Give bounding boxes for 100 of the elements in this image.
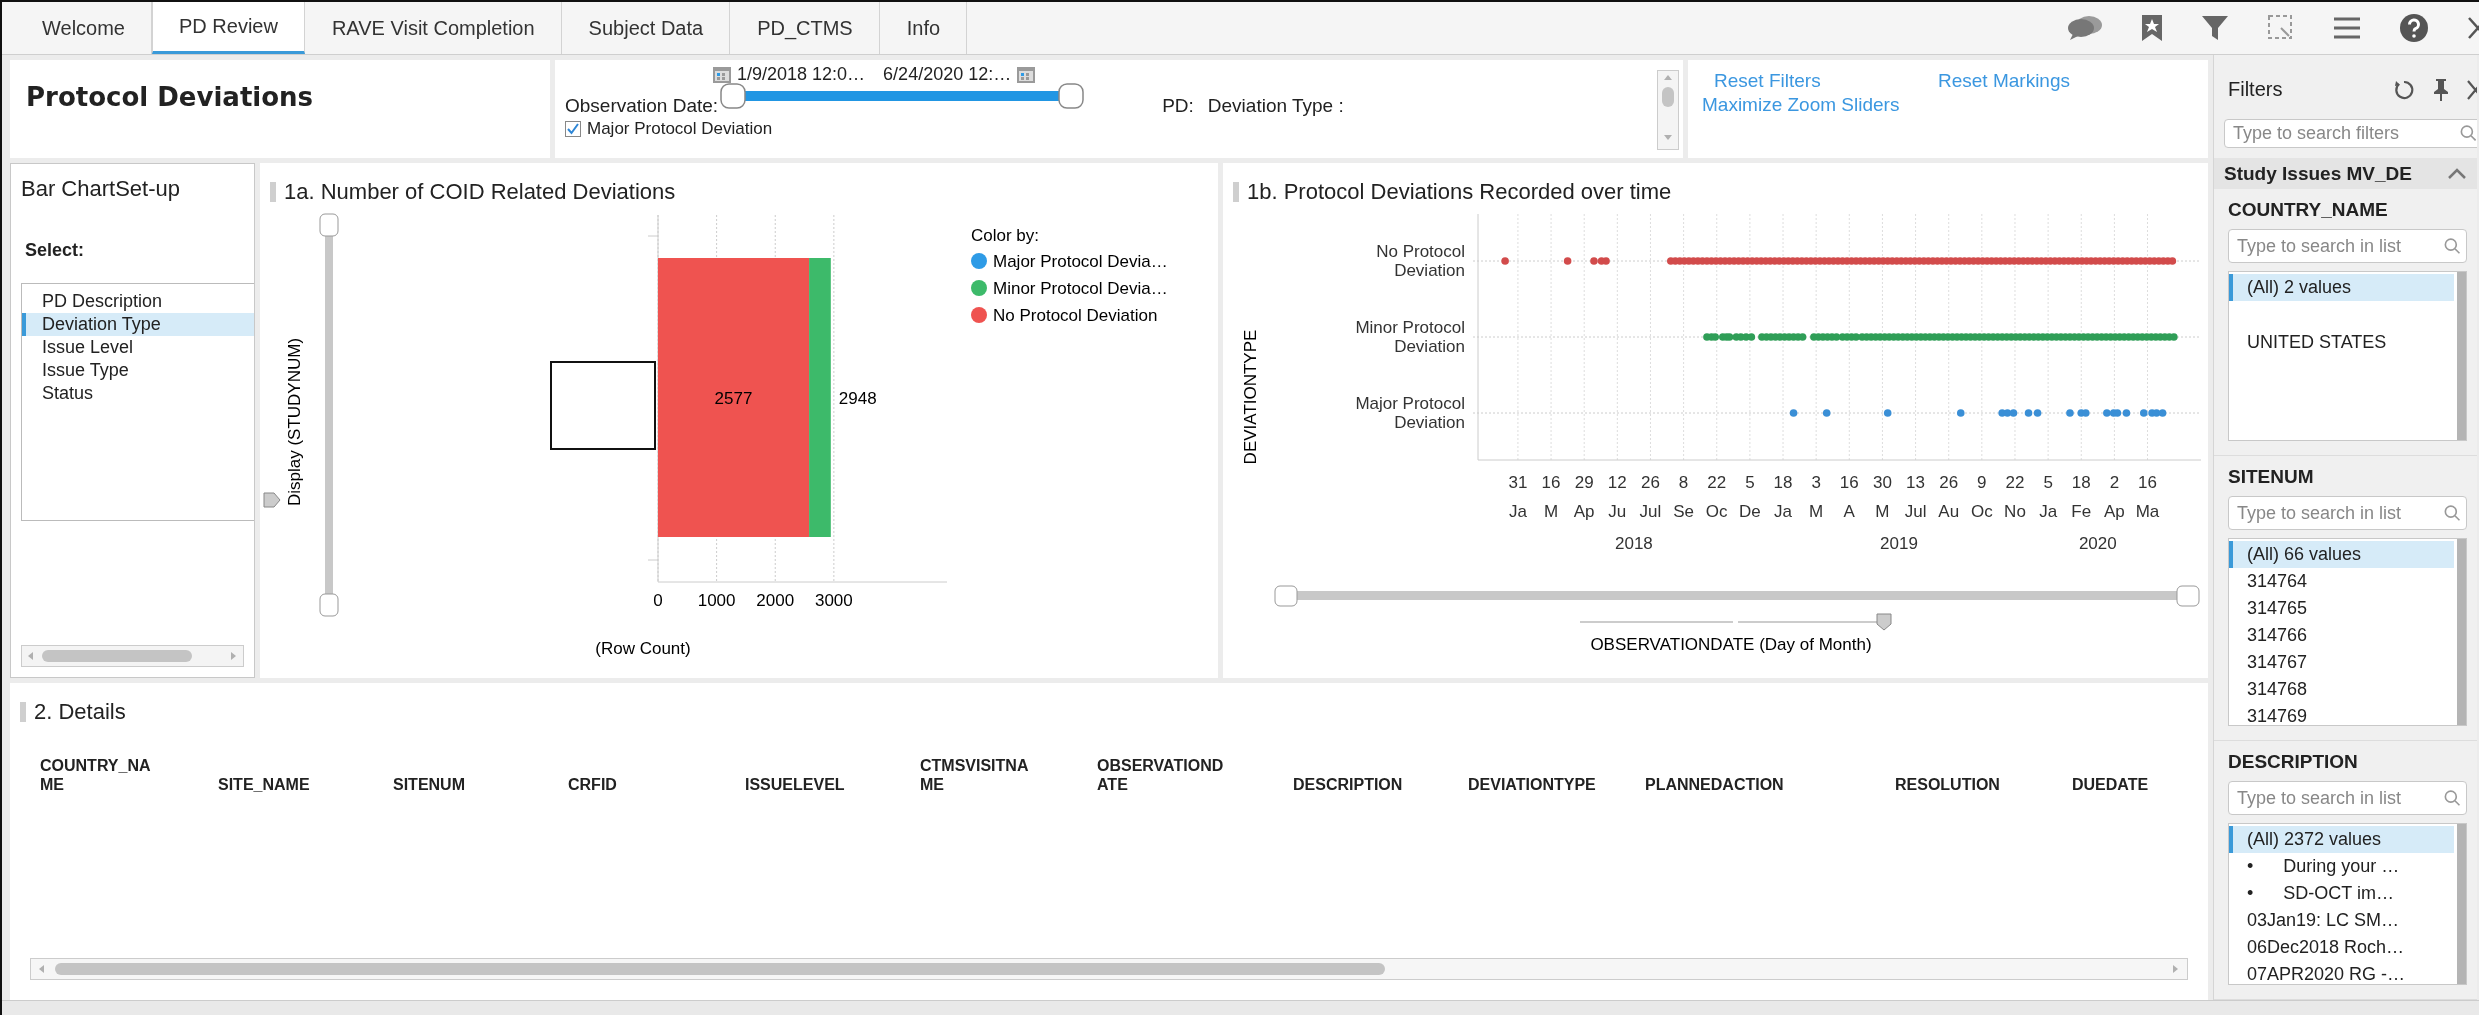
- month-label: M: [1875, 502, 1890, 521]
- scroll-left-arrow-icon[interactable]: [26, 651, 36, 661]
- search-field[interactable]: Type to search in list: [2228, 229, 2467, 263]
- slider-thumb[interactable]: [720, 83, 746, 109]
- column-header[interactable]: CTMSVISITNAME: [920, 756, 1040, 794]
- search-icon[interactable]: [2459, 124, 2476, 143]
- filter-icon[interactable]: [2201, 14, 2229, 42]
- help-icon[interactable]: [2399, 13, 2429, 43]
- list-item[interactable]: Deviation Type: [22, 313, 254, 336]
- comments-icon[interactable]: [2067, 15, 2103, 41]
- column-header[interactable]: ISSUELEVEL: [745, 775, 920, 794]
- bar-segment[interactable]: [809, 258, 831, 537]
- checkbox[interactable]: [565, 121, 581, 137]
- slider-thumb[interactable]: [2176, 585, 2200, 607]
- list-item[interactable]: 314768: [2229, 676, 2454, 703]
- slider-thumb[interactable]: [1058, 83, 1084, 109]
- tab[interactable]: Subject Data: [561, 2, 731, 54]
- calendar-icon[interactable]: [713, 66, 731, 83]
- bookmark-icon[interactable]: [2141, 14, 2163, 42]
- month-label: Ap: [1573, 502, 1595, 521]
- range-slider[interactable]: [1274, 585, 2200, 607]
- search-field[interactable]: Type to search in list: [2228, 781, 2467, 815]
- list-item[interactable]: 314767: [2229, 649, 2454, 676]
- tick-label: 16: [2138, 473, 2157, 492]
- scroll-up-arrow-icon[interactable]: [1663, 73, 1673, 83]
- tick-label: 3000: [814, 591, 853, 610]
- scroll-thumb[interactable]: [55, 963, 1385, 975]
- column-header[interactable]: SITENUM: [393, 775, 568, 794]
- slider-thumb[interactable]: [1876, 613, 1892, 631]
- selection-icon[interactable]: [2267, 14, 2295, 42]
- menu-icon[interactable]: [2333, 16, 2361, 40]
- column-header[interactable]: DUEDATE: [2072, 775, 2202, 794]
- list-item[interactable]: (All) 2 values: [2229, 274, 2454, 301]
- reset-icon[interactable]: [2393, 78, 2415, 101]
- axis-selector-slider[interactable]: [1579, 613, 1892, 631]
- scrollbar[interactable]: [21, 645, 244, 667]
- scrollbar[interactable]: [2457, 824, 2466, 984]
- search-icon[interactable]: [2443, 789, 2460, 807]
- slider-thumb[interactable]: [319, 593, 339, 617]
- list-item[interactable]: PD Description: [22, 290, 254, 313]
- legend-label[interactable]: No Protocol Deviation: [993, 306, 1158, 325]
- date-range-slider[interactable]: [720, 81, 1085, 111]
- axis-title: (Row Count): [595, 639, 691, 658]
- search-icon[interactable]: [2443, 504, 2460, 522]
- search-icon[interactable]: [2443, 237, 2460, 255]
- scrollbar[interactable]: [2457, 539, 2466, 725]
- slider-thumb[interactable]: [1274, 585, 1298, 607]
- tick-label: 22: [1707, 473, 1727, 492]
- slider-thumb[interactable]: [319, 213, 339, 237]
- list-item[interactable]: • During your …: [2229, 853, 2454, 880]
- column-header[interactable]: DESCRIPTION: [1293, 775, 1468, 794]
- list-item[interactable]: 314764: [2229, 568, 2454, 595]
- column-header[interactable]: SITE_NAME: [218, 775, 393, 794]
- tab[interactable]: PD Review: [152, 2, 305, 54]
- end-date[interactable]: 6/24/2020 12:…: [883, 64, 1012, 85]
- list-item[interactable]: 314766: [2229, 622, 2454, 649]
- list-item[interactable]: 314769: [2229, 703, 2454, 725]
- tab[interactable]: Info: [879, 2, 968, 54]
- list-item[interactable]: 07APR2020 RG -…: [2229, 961, 2454, 984]
- list-item[interactable]: Status: [22, 382, 254, 405]
- start-date[interactable]: 1/9/2018 12:0…: [737, 64, 866, 85]
- chevron-up-icon[interactable]: [2447, 167, 2467, 180]
- pin-icon[interactable]: [2433, 77, 2449, 102]
- search-field[interactable]: Type to search filters: [2224, 118, 2477, 149]
- list-item[interactable]: UNITED STATES: [2229, 329, 2454, 356]
- scrollbar[interactable]: [30, 958, 2188, 980]
- list-item[interactable]: Issue Type: [22, 359, 254, 382]
- column-header[interactable]: CRFID: [568, 775, 745, 794]
- column-header[interactable]: OBSERVATIONDATE: [1097, 756, 1229, 794]
- list-item[interactable]: Issue Level: [22, 336, 254, 359]
- list-item[interactable]: 03Jan19: LC SM…: [2229, 907, 2454, 934]
- column-header[interactable]: COUNTRY_NAME: [40, 756, 160, 794]
- tab[interactable]: RAVE Visit Completion: [304, 2, 562, 54]
- list-item[interactable]: (All) 66 values: [2229, 541, 2454, 568]
- panel-title: Bar ChartSet-up: [20, 175, 181, 202]
- column-header[interactable]: DEVIATIONTYPE: [1468, 775, 1645, 794]
- slider-handle-icon[interactable]: [263, 492, 281, 508]
- vertical-range-slider[interactable]: [319, 213, 339, 617]
- list-item[interactable]: 06Dec2018 Roch…: [2229, 934, 2454, 961]
- scroll-thumb[interactable]: [1662, 87, 1674, 107]
- tick-label: 0: [653, 591, 663, 610]
- scrollbar[interactable]: [2457, 272, 2466, 440]
- list-item[interactable]: 314765: [2229, 595, 2454, 622]
- axis-title[interactable]: OBSERVATIONDATE (Day of Month): [1590, 635, 1872, 654]
- tab[interactable]: PD_CTMS: [730, 2, 880, 54]
- search-field[interactable]: Type to search in list: [2228, 496, 2467, 530]
- filter-title: DESCRIPTION: [2228, 751, 2359, 773]
- month-label: Ja: [1508, 502, 1527, 521]
- column-header[interactable]: PLANNEDACTION: [1645, 775, 1895, 794]
- legend-label[interactable]: Major Protocol Devia…: [993, 252, 1168, 271]
- list-item[interactable]: (All) 2372 values: [2229, 826, 2454, 853]
- legend-label[interactable]: Minor Protocol Devia…: [993, 279, 1168, 298]
- tick-label: 12: [1607, 473, 1627, 492]
- calendar-icon[interactable]: [1017, 66, 1036, 83]
- list-item[interactable]: • SD-OCT im…: [2229, 880, 2454, 907]
- scroll-left-arrow-icon[interactable]: [37, 964, 47, 974]
- column-header[interactable]: RESOLUTION: [1895, 775, 2072, 794]
- scroll-thumb[interactable]: [42, 650, 192, 662]
- filter-group-header[interactable]: Study Issues MV_DE: [2214, 158, 2477, 189]
- scrollbar[interactable]: [1657, 70, 1679, 150]
